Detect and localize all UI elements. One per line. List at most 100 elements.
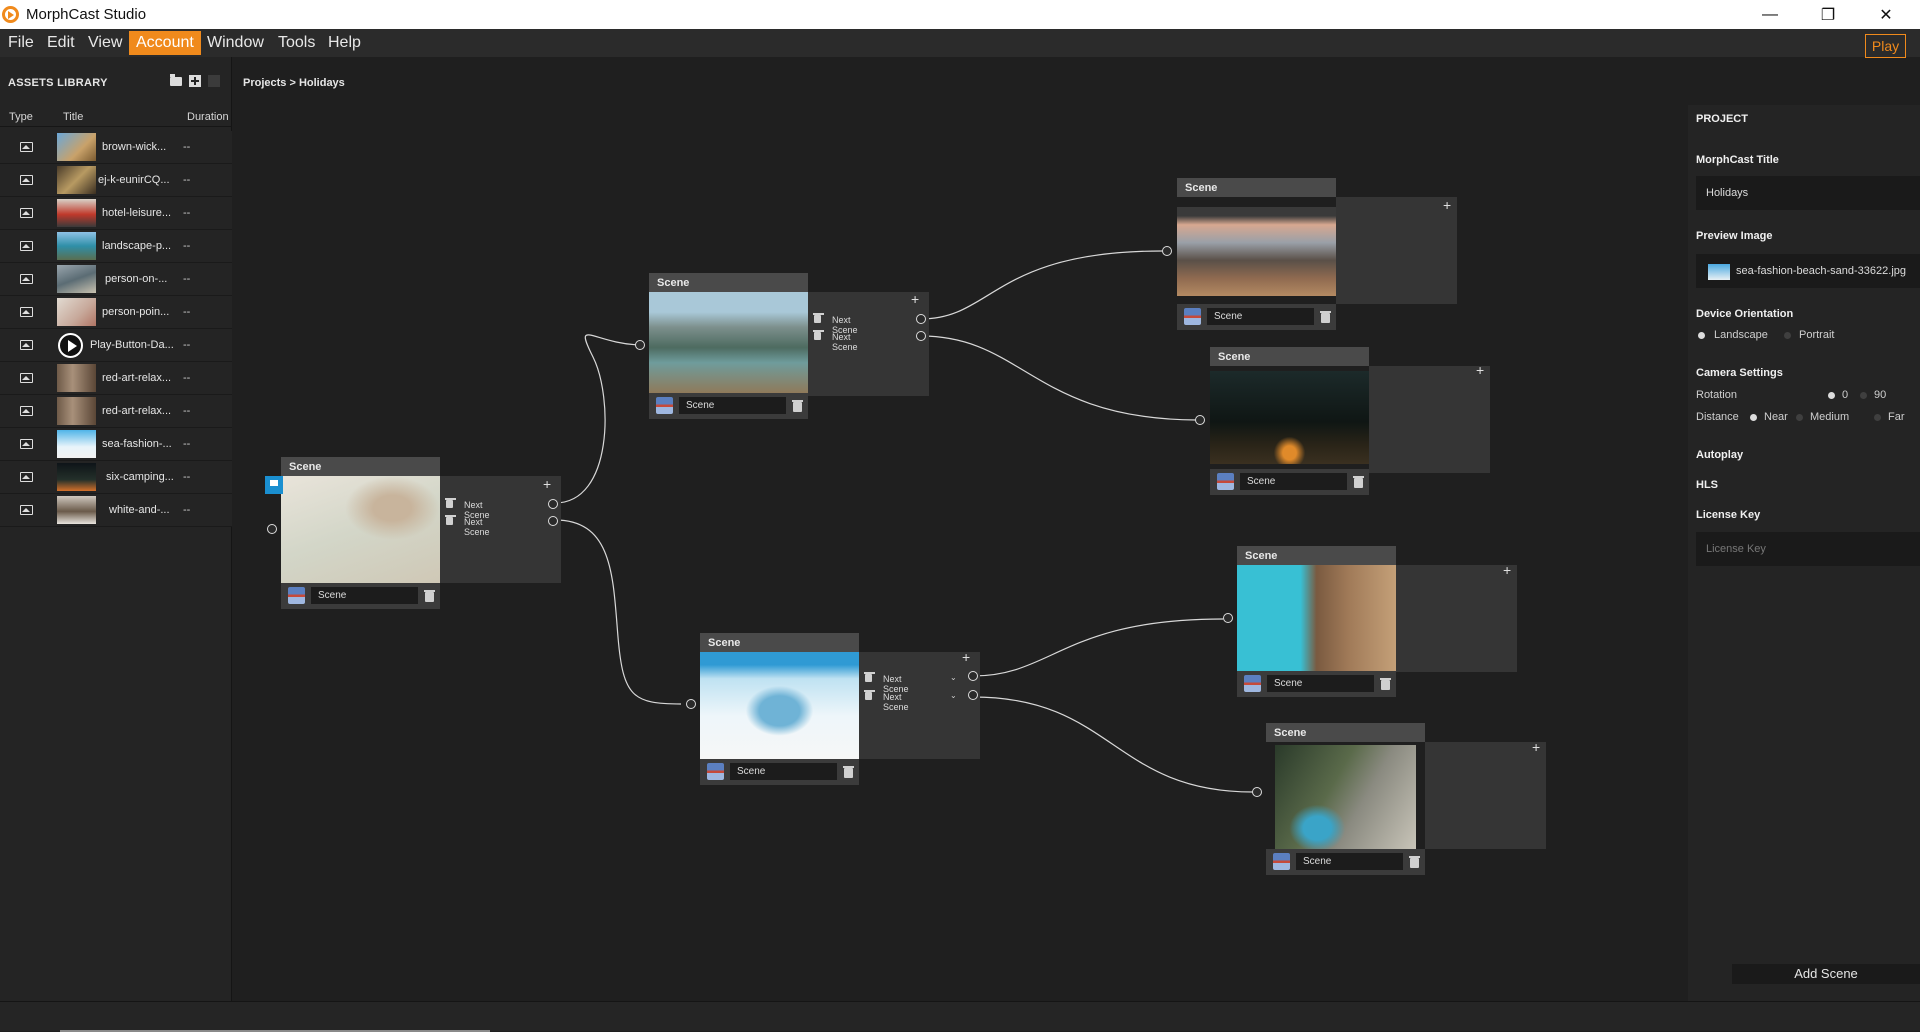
- column-type[interactable]: Type: [9, 111, 33, 123]
- output-port[interactable]: [916, 331, 926, 341]
- morphcast-title-input[interactable]: Holidays: [1696, 176, 1920, 210]
- delete-scene-icon[interactable]: [792, 400, 803, 412]
- image-icon: [20, 175, 33, 185]
- input-port[interactable]: [635, 340, 645, 350]
- scene-image: [1177, 207, 1336, 296]
- add-output-icon[interactable]: +: [1476, 363, 1484, 377]
- delete-scene-icon[interactable]: [424, 590, 435, 602]
- scene-node-header[interactable]: Scene: [649, 273, 808, 292]
- scene-node-header[interactable]: Scene: [1237, 546, 1396, 565]
- delete-scene-icon[interactable]: [843, 766, 854, 778]
- list-item[interactable]: person-on-... --: [0, 263, 232, 296]
- scene-node-header[interactable]: Scene: [281, 457, 440, 476]
- list-item[interactable]: red-art-relax... --: [0, 395, 232, 428]
- scene-node-header[interactable]: Scene: [1210, 347, 1369, 366]
- close-button[interactable]: ✕: [1858, 0, 1914, 29]
- asset-title: red-art-relax...: [102, 372, 172, 384]
- license-key-input[interactable]: License Key: [1696, 532, 1920, 566]
- input-port[interactable]: [1162, 246, 1172, 256]
- delete-output-icon[interactable]: [445, 498, 456, 508]
- column-duration[interactable]: Duration: [187, 111, 229, 123]
- chevron-down-icon[interactable]: ⌄: [950, 673, 957, 682]
- minimize-button[interactable]: —: [1742, 0, 1798, 29]
- preview-image-field[interactable]: sea-fashion-beach-sand-33622.jpg: [1696, 254, 1920, 288]
- delete-scene-icon[interactable]: [1353, 476, 1364, 488]
- delete-output-icon[interactable]: [864, 672, 875, 682]
- connection-line: [972, 696, 1254, 793]
- scene-name-input[interactable]: [1267, 675, 1374, 692]
- output-port[interactable]: [968, 690, 978, 700]
- list-item[interactable]: ej-k-eunirCQ... --: [0, 164, 232, 197]
- output-port[interactable]: [548, 516, 558, 526]
- input-port[interactable]: [686, 699, 696, 709]
- list-item[interactable]: Play-Button-Da... --: [0, 329, 232, 362]
- add-output-icon[interactable]: +: [1503, 563, 1511, 577]
- output-port[interactable]: [968, 671, 978, 681]
- input-port[interactable]: [1252, 787, 1262, 797]
- add-asset-icon[interactable]: [189, 75, 201, 87]
- play-button[interactable]: Play: [1865, 34, 1906, 58]
- orientation-landscape-radio[interactable]: [1698, 332, 1705, 339]
- delete-output-icon[interactable]: [813, 330, 824, 340]
- menu-tools[interactable]: Tools: [271, 31, 322, 55]
- column-title[interactable]: Title: [63, 111, 83, 123]
- distance-far-radio[interactable]: [1874, 414, 1881, 421]
- scene-graph-canvas[interactable]: Projects > Holidays Scene Next Scene Nex…: [233, 57, 1687, 1001]
- hls-label[interactable]: HLS: [1696, 479, 1718, 491]
- add-scene-button[interactable]: Add Scene: [1732, 964, 1920, 984]
- scene-thumbnail-icon: [707, 763, 724, 780]
- menu-view[interactable]: View: [81, 31, 129, 55]
- menu-account[interactable]: Account: [129, 31, 201, 55]
- list-item[interactable]: red-art-relax... --: [0, 362, 232, 395]
- connection-line: [920, 335, 1197, 421]
- scene-node-header[interactable]: Scene: [1177, 178, 1336, 197]
- delete-output-icon[interactable]: [445, 515, 456, 525]
- menu-file[interactable]: File: [1, 31, 41, 55]
- scene-name-input[interactable]: [1240, 473, 1347, 490]
- rotation-90-radio[interactable]: [1860, 392, 1867, 399]
- distance-medium-radio[interactable]: [1796, 414, 1803, 421]
- chevron-down-icon[interactable]: ⌄: [950, 691, 957, 700]
- delete-output-icon[interactable]: [813, 313, 824, 323]
- list-item[interactable]: brown-wick... --: [0, 131, 232, 164]
- scene-node-header[interactable]: Scene: [700, 633, 859, 652]
- asset-title: ej-k-eunirCQ...: [98, 174, 170, 186]
- add-output-icon[interactable]: +: [543, 477, 551, 491]
- output-port[interactable]: [916, 314, 926, 324]
- list-item[interactable]: sea-fashion-... --: [0, 428, 232, 461]
- scene-name-input[interactable]: [1296, 853, 1403, 870]
- add-output-icon[interactable]: +: [962, 650, 970, 664]
- delete-scene-icon[interactable]: [1320, 311, 1331, 323]
- rotation-0-radio[interactable]: [1828, 392, 1835, 399]
- add-output-icon[interactable]: +: [911, 292, 919, 306]
- add-output-icon[interactable]: +: [1532, 740, 1540, 754]
- delete-scene-icon[interactable]: [1380, 678, 1391, 690]
- input-port[interactable]: [267, 524, 277, 534]
- delete-output-icon[interactable]: [864, 690, 875, 700]
- scene-node-header[interactable]: Scene: [1266, 723, 1425, 742]
- distance-near-radio[interactable]: [1750, 414, 1757, 421]
- menu-edit[interactable]: Edit: [40, 31, 82, 55]
- menu-help[interactable]: Help: [321, 31, 368, 55]
- orientation-portrait-radio[interactable]: [1784, 332, 1791, 339]
- list-item[interactable]: hotel-leisure... --: [0, 197, 232, 230]
- delete-scene-icon[interactable]: [1409, 856, 1420, 868]
- list-item[interactable]: white-and-... --: [0, 494, 232, 527]
- maximize-button[interactable]: ❐: [1800, 0, 1856, 29]
- scene-name-input[interactable]: [679, 397, 786, 414]
- menu-window[interactable]: Window: [200, 31, 271, 55]
- list-item[interactable]: person-poin... --: [0, 296, 232, 329]
- autoplay-label[interactable]: Autoplay: [1696, 449, 1743, 461]
- scene-name-input[interactable]: [1207, 308, 1314, 325]
- input-port[interactable]: [1195, 415, 1205, 425]
- scene-name-input[interactable]: [311, 587, 418, 604]
- start-flag-icon[interactable]: [265, 476, 283, 494]
- output-port[interactable]: [548, 499, 558, 509]
- scene-name-input[interactable]: [730, 763, 837, 780]
- list-item[interactable]: landscape-p... --: [0, 230, 232, 263]
- list-item[interactable]: six-camping... --: [0, 461, 232, 494]
- folder-icon[interactable]: [170, 74, 182, 86]
- delete-asset-icon[interactable]: [208, 75, 220, 87]
- add-output-icon[interactable]: +: [1443, 198, 1451, 212]
- input-port[interactable]: [1223, 613, 1233, 623]
